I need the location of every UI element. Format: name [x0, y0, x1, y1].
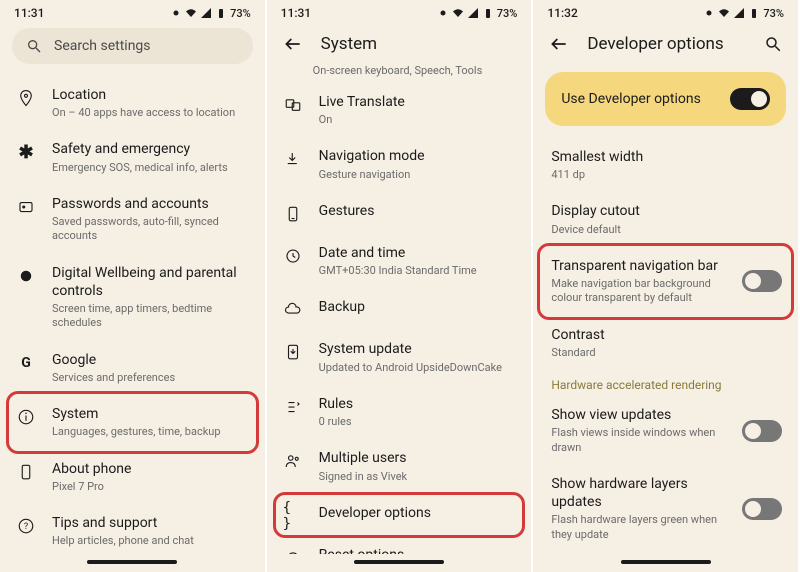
show-hw-layers-toggle[interactable] [742, 498, 782, 520]
key-icon [16, 197, 36, 217]
item-safety[interactable]: ✱ Safety and emergencyEmergency SOS, med… [0, 130, 265, 184]
navigation-icon [283, 149, 303, 169]
item-show-view-updates[interactable]: Show view updatesFlash views inside wind… [533, 396, 798, 465]
item-system[interactable]: SystemLanguages, gestures, time, backup [0, 395, 265, 449]
reset-icon [283, 548, 303, 554]
status-bar: 11:31 73% [267, 0, 532, 24]
update-icon [283, 342, 303, 362]
master-toggle-card[interactable]: Use Developer options [545, 72, 786, 126]
header: Developer options [533, 24, 798, 64]
asterisk-icon: ✱ [16, 142, 36, 162]
item-tips[interactable]: ? Tips and supportHelp articles, phone a… [0, 504, 265, 554]
item-about[interactable]: About phonePixel 7 Pro [0, 450, 265, 504]
developer-list: Smallest width411 dp Display cutoutDevic… [533, 138, 798, 554]
signal-icon [467, 7, 479, 19]
back-button[interactable] [283, 34, 303, 54]
users-icon [283, 451, 303, 471]
page-title: System [321, 34, 377, 54]
settings-list: LocationOn – 40 apps have access to loca… [0, 76, 265, 554]
item-backup[interactable]: Backup [267, 288, 532, 330]
battery-icon [215, 7, 227, 19]
item-smallest-width[interactable]: Smallest width411 dp [533, 138, 798, 192]
status-time: 11:31 [14, 6, 44, 20]
gesture-nav-bar[interactable] [621, 560, 711, 564]
gestures-icon [283, 204, 303, 224]
rules-icon [283, 397, 303, 417]
theme-icon [437, 7, 449, 19]
theme-icon [703, 7, 715, 19]
item-transparent-nav[interactable]: Transparent navigation barMake navigatio… [533, 247, 798, 316]
item-google[interactable]: G GoogleServices and preferences [0, 341, 265, 395]
status-indicators: 73% [437, 7, 518, 20]
search-icon [26, 38, 42, 54]
braces-icon: { } [283, 506, 303, 526]
master-toggle[interactable] [730, 88, 770, 110]
master-toggle-label: Use Developer options [561, 91, 701, 107]
item-live-translate[interactable]: Live TranslateOn [267, 83, 532, 137]
translate-icon [283, 95, 303, 115]
clock-icon [283, 246, 303, 266]
status-indicators: 73% [170, 7, 251, 20]
item-passwords[interactable]: Passwords and accountsSaved passwords, a… [0, 185, 265, 254]
back-button[interactable] [549, 34, 569, 54]
page-title: Developer options [587, 34, 746, 54]
show-view-updates-toggle[interactable] [742, 420, 782, 442]
item-display-cutout[interactable]: Display cutoutDevice default [533, 192, 798, 246]
status-bar: 11:32 73% [533, 0, 798, 24]
battery-icon [748, 7, 760, 19]
wifi-icon [185, 7, 197, 19]
item-reset-options[interactable]: Reset options [267, 536, 532, 554]
wifi-icon [718, 7, 730, 19]
item-rules[interactable]: Rules0 rules [267, 385, 532, 439]
wellbeing-icon [16, 266, 36, 286]
header: System [267, 24, 532, 64]
signal-icon [733, 7, 745, 19]
info-icon [16, 407, 36, 427]
developer-options-panel: 11:32 73% Developer options Use Develope… [533, 0, 800, 572]
item-contrast[interactable]: ContrastStandard [533, 316, 798, 370]
search-placeholder: Search settings [54, 38, 151, 54]
sub-header: On-screen keyboard, Speech, Tools [267, 64, 532, 83]
item-gestures[interactable]: Gestures [267, 192, 532, 234]
item-navigation-mode[interactable]: Navigation modeGesture navigation [267, 137, 532, 191]
transparent-nav-toggle[interactable] [742, 270, 782, 292]
item-date-time[interactable]: Date and timeGMT+05:30 India Standard Ti… [267, 234, 532, 288]
theme-icon [170, 7, 182, 19]
settings-root-panel: 11:31 73% Search settings LocationOn – 4… [0, 0, 267, 572]
item-multiple-users[interactable]: Multiple usersSigned in as Vivek [267, 439, 532, 493]
status-indicators: 73% [703, 7, 784, 20]
gesture-nav-bar[interactable] [354, 560, 444, 564]
item-developer-options[interactable]: { } Developer options [267, 494, 532, 536]
google-icon: G [16, 353, 36, 373]
status-time: 11:31 [281, 6, 311, 20]
battery-icon [482, 7, 494, 19]
item-wellbeing[interactable]: Digital Wellbeing and parental controlsS… [0, 254, 265, 341]
gesture-nav-bar[interactable] [87, 560, 177, 564]
status-time: 11:32 [547, 6, 577, 20]
status-bar: 11:31 73% [0, 0, 265, 24]
item-debug-gpu-overdraw[interactable]: Debug GPU overdrawOff [533, 552, 798, 554]
search-button[interactable] [764, 35, 782, 53]
wifi-icon [452, 7, 464, 19]
search-bar[interactable]: Search settings [12, 28, 253, 64]
item-location[interactable]: LocationOn – 40 apps have access to loca… [0, 76, 265, 130]
help-icon: ? [16, 516, 36, 536]
phone-icon [16, 462, 36, 482]
svg-text:?: ? [24, 522, 28, 532]
section-hw-rendering: Hardware accelerated rendering [533, 370, 798, 396]
system-panel: 11:31 73% System On-screen keyboard, Spe… [267, 0, 534, 572]
item-system-update[interactable]: System updateUpdated to Android UpsideDo… [267, 330, 532, 384]
location-icon [16, 88, 36, 108]
system-list: Live TranslateOn Navigation modeGesture … [267, 83, 532, 554]
signal-icon [200, 7, 212, 19]
item-show-hw-layers[interactable]: Show hardware layers updatesFlash hardwa… [533, 465, 798, 552]
cloud-icon [283, 300, 303, 320]
